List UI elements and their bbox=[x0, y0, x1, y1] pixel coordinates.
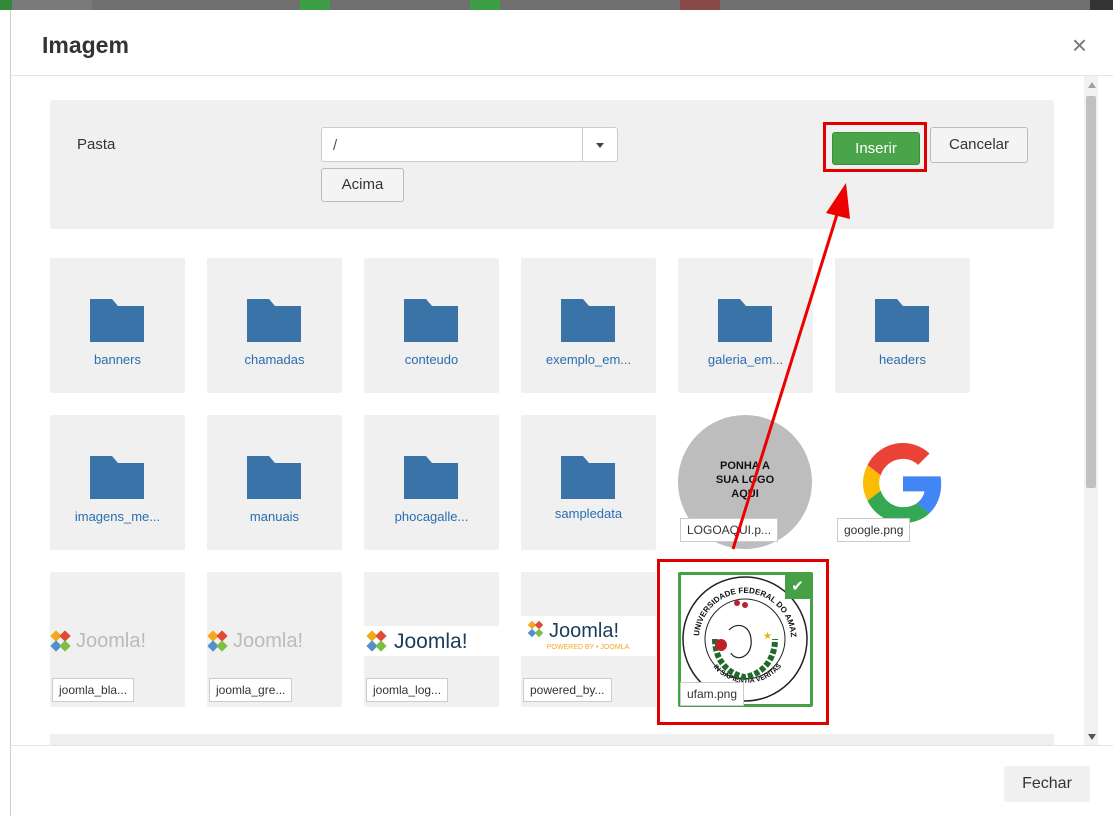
folder-tile-galeria[interactable]: galeria_em... bbox=[678, 258, 813, 393]
folder-tile-banners[interactable]: banners bbox=[50, 258, 185, 393]
svg-text:Joomla!: Joomla! bbox=[394, 630, 468, 653]
cancel-button[interactable]: Cancelar bbox=[930, 127, 1028, 163]
folder-label: Pasta bbox=[77, 136, 116, 153]
folder-icon bbox=[404, 299, 458, 342]
svg-text:★: ★ bbox=[763, 631, 772, 642]
folder-select[interactable]: / bbox=[321, 127, 618, 162]
image-tile-joomla-logo[interactable]: Joomla! joomla_log... bbox=[364, 572, 499, 707]
folder-tile-manuais[interactable]: manuais bbox=[207, 415, 342, 550]
image-tile-joomla-green[interactable]: Joomla! joomla_gre... bbox=[207, 572, 342, 707]
image-tile-joomla-black[interactable]: Joomla! joomla_bla... bbox=[50, 572, 185, 707]
folder-name: phocagalle... bbox=[394, 509, 469, 524]
image-name: joomla_bla... bbox=[52, 678, 135, 702]
joomla-logo-icon: Joomla! bbox=[364, 626, 499, 656]
folder-tile-chamadas[interactable]: chamadas bbox=[207, 258, 342, 393]
folder-tile-phocagallery[interactable]: phocagalle... bbox=[364, 415, 499, 550]
image-tile-powered-by[interactable]: Joomla! POWERED BY • JOOMLA powered_by..… bbox=[521, 572, 656, 707]
folder-icon bbox=[404, 456, 458, 499]
up-button[interactable]: Acima bbox=[321, 168, 404, 202]
folder-name: imagens_me... bbox=[74, 509, 161, 524]
folder-icon bbox=[718, 299, 772, 342]
folder-tile-imagens[interactable]: imagens_me... bbox=[50, 415, 185, 550]
folder-tile-sampledata[interactable]: sampledata bbox=[521, 415, 656, 550]
joomla-logo-icon: Joomla! bbox=[207, 630, 303, 652]
caret-down-icon bbox=[596, 143, 604, 148]
image-dialog: Imagem × Pasta / Acima Inserir Cancelar … bbox=[10, 10, 1113, 816]
folder-toolbar: Pasta / Acima Inserir Cancelar bbox=[50, 100, 1054, 229]
dialog-header: Imagem × bbox=[11, 10, 1113, 76]
svg-text:AQUI: AQUI bbox=[731, 488, 759, 500]
folder-name: conteudo bbox=[404, 352, 459, 367]
folder-name: headers bbox=[879, 352, 926, 367]
google-logo-icon bbox=[863, 443, 942, 523]
image-name: joomla_gre... bbox=[209, 678, 293, 702]
folder-name: galeria_em... bbox=[707, 352, 784, 367]
folder-name: manuais bbox=[249, 509, 300, 524]
dialog-footer: Fechar bbox=[11, 745, 1113, 817]
folder-icon bbox=[247, 299, 301, 342]
image-name: joomla_log... bbox=[366, 678, 449, 702]
image-name: ufam.png bbox=[680, 682, 745, 706]
svg-text:Joomla!: Joomla! bbox=[233, 630, 303, 652]
folder-tile-headers[interactable]: headers bbox=[835, 258, 970, 393]
joomla-logo-icon: Joomla! bbox=[50, 630, 146, 652]
folder-select-toggle[interactable] bbox=[582, 128, 617, 161]
joomla-powered-logo-icon: Joomla! POWERED BY • JOOMLA bbox=[521, 616, 656, 656]
svg-text:Joomla!: Joomla! bbox=[76, 630, 146, 652]
svg-text:Joomla!: Joomla! bbox=[549, 620, 619, 642]
image-tile-ufam-selected[interactable]: UNIVERSIDADE FEDERAL DO AMAZONAS IN SAPI… bbox=[678, 572, 813, 707]
svg-text:POWERED BY • JOOMLA: POWERED BY • JOOMLA bbox=[547, 644, 630, 651]
bottom-toolbar bbox=[50, 734, 1054, 745]
image-name: LOGOAQUI.p... bbox=[680, 518, 779, 542]
svg-text:SUA LOGO: SUA LOGO bbox=[716, 474, 775, 486]
insert-button[interactable]: Inserir bbox=[832, 132, 920, 165]
scrollbar-thumb[interactable] bbox=[1086, 96, 1096, 488]
folder-tile-conteudo[interactable]: conteudo bbox=[364, 258, 499, 393]
image-name: google.png bbox=[837, 518, 911, 542]
close-icon[interactable]: × bbox=[1072, 32, 1087, 58]
folder-name: exemplo_em... bbox=[545, 352, 632, 367]
folder-icon bbox=[90, 456, 144, 499]
folder-name: banners bbox=[94, 352, 141, 367]
folder-icon bbox=[875, 299, 929, 342]
background-page-strip bbox=[0, 0, 1113, 10]
selected-check-icon: ✔ bbox=[785, 575, 810, 599]
close-dialog-button[interactable]: Fechar bbox=[1004, 766, 1090, 802]
image-name: powered_by... bbox=[523, 678, 612, 702]
scroll-down-arrow-icon[interactable] bbox=[1088, 734, 1096, 740]
folder-icon bbox=[90, 299, 144, 342]
folder-icon bbox=[247, 456, 301, 499]
folder-icon bbox=[561, 456, 615, 499]
scroll-up-arrow-icon[interactable] bbox=[1088, 82, 1096, 88]
svg-text:PONHA A: PONHA A bbox=[720, 460, 770, 472]
folder-tile-exemplo[interactable]: exemplo_em... bbox=[521, 258, 656, 393]
folder-name: chamadas bbox=[244, 352, 305, 367]
dialog-body: Pasta / Acima Inserir Cancelar banners c… bbox=[11, 76, 1113, 745]
image-tile-google[interactable]: google.png bbox=[835, 415, 970, 550]
folder-name: sampledata bbox=[554, 506, 623, 521]
folder-icon bbox=[561, 299, 615, 342]
dialog-title: Imagem bbox=[42, 32, 129, 58]
image-tile-logoaqui[interactable]: PONHA A SUA LOGO AQUI LOGOAQUI.p... bbox=[678, 415, 813, 550]
folder-select-value: / bbox=[333, 137, 338, 154]
